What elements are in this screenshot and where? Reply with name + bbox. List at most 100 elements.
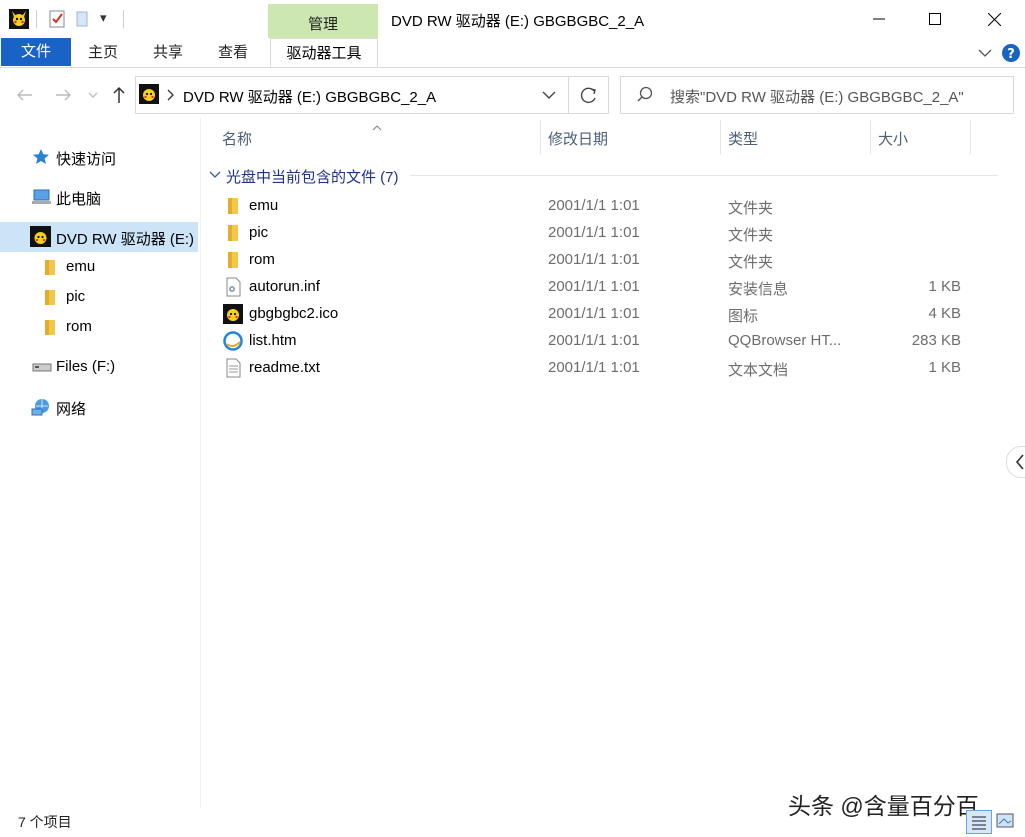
- sidebar-item-label: pic: [66, 288, 85, 305]
- column-header-date[interactable]: 修改日期: [548, 128, 608, 149]
- file-type: 文件夹: [728, 197, 853, 218]
- file-type: 文件夹: [728, 224, 853, 245]
- sidebar-item-this-pc[interactable]: 此电脑: [0, 182, 198, 212]
- sidebar-item-label: emu: [66, 258, 95, 275]
- forward-button[interactable]: [52, 84, 74, 106]
- sidebar-item-network[interactable]: 网络: [0, 392, 198, 422]
- group-collapse-button[interactable]: [208, 168, 222, 180]
- pikachu-icon: [223, 304, 243, 324]
- column-header-size[interactable]: 大小: [878, 128, 908, 149]
- properties-icon[interactable]: [48, 9, 66, 29]
- file-date: 2001/1/1 1:01: [548, 332, 640, 349]
- details-view-button[interactable]: [966, 810, 992, 834]
- column-separator[interactable]: [720, 120, 721, 154]
- chevron-down-icon: [540, 86, 558, 104]
- preview-pane-toggle[interactable]: [1006, 446, 1025, 478]
- context-tab-label: 管理: [268, 13, 378, 34]
- file-name: gbgbgbc2.ico: [249, 305, 338, 322]
- large-icons-view-button[interactable]: [994, 810, 1016, 832]
- file-date: 2001/1/1 1:01: [548, 278, 640, 295]
- maximize-button[interactable]: [906, 0, 964, 38]
- toolbar-separator: [36, 10, 37, 28]
- sidebar-item-quick-access[interactable]: 快速访问: [0, 142, 198, 172]
- tab-drive-tools[interactable]: 驱动器工具: [270, 38, 378, 68]
- arrow-right-icon: [52, 84, 74, 106]
- refresh-button[interactable]: [568, 76, 609, 114]
- minimize-button[interactable]: [850, 0, 908, 38]
- column-separator[interactable]: [970, 120, 971, 154]
- close-icon: [988, 13, 1001, 26]
- expand-ribbon-button[interactable]: [976, 44, 994, 62]
- sidebar-item-label: Files (F:): [56, 358, 115, 375]
- sidebar-item-label: DVD RW 驱动器 (E:): [56, 228, 194, 249]
- file-type: QQBrowser HT...: [728, 332, 853, 349]
- table-row[interactable]: gbgbgbc2.ico 2001/1/1 1:01 图标 4 KB: [215, 300, 975, 327]
- qqbrowser-icon: [223, 331, 243, 351]
- file-size: 1 KB: [928, 278, 961, 295]
- sidebar-item-label: 此电脑: [56, 188, 101, 209]
- table-row[interactable]: readme.txt 2001/1/1 1:01 文本文档 1 KB: [215, 354, 975, 381]
- tab-file[interactable]: 文件: [1, 38, 71, 66]
- folder-icon: [44, 289, 56, 306]
- tab-home[interactable]: 主页: [88, 38, 118, 66]
- file-date: 2001/1/1 1:01: [548, 305, 640, 322]
- status-item-count: 7 个项目: [18, 812, 72, 832]
- column-separator[interactable]: [870, 120, 871, 154]
- text-file-icon: [223, 358, 243, 378]
- column-separator[interactable]: [540, 120, 541, 154]
- pane-divider[interactable]: [200, 118, 201, 808]
- drive-icon: [32, 360, 52, 374]
- close-button[interactable]: [965, 0, 1023, 38]
- table-row[interactable]: autorun.inf 2001/1/1 1:01 安装信息 1 KB: [215, 273, 975, 300]
- svg-text:?: ?: [1007, 47, 1015, 62]
- sort-indicator-icon: [371, 118, 383, 126]
- sidebar-item-dvd-drive[interactable]: DVD RW 驱动器 (E:): [0, 222, 198, 252]
- file-size: 283 KB: [912, 332, 961, 349]
- file-size: 1 KB: [928, 359, 961, 376]
- table-row[interactable]: emu 2001/1/1 1:01 文件夹: [215, 192, 975, 219]
- large-icons-view-icon: [994, 810, 1016, 832]
- new-folder-icon[interactable]: [74, 9, 90, 29]
- search-icon: [636, 85, 654, 103]
- up-button[interactable]: [108, 84, 130, 106]
- file-name: readme.txt: [249, 359, 320, 376]
- context-tab-header[interactable]: 管理: [268, 4, 378, 38]
- search-placeholder: 搜索"DVD RW 驱动器 (E:) GBGBGBC_2_A": [670, 86, 964, 107]
- tab-view[interactable]: 查看: [218, 38, 248, 66]
- address-dropdown-button[interactable]: [540, 86, 558, 104]
- details-view-icon: [967, 811, 991, 833]
- sidebar-item-rom[interactable]: rom: [0, 312, 198, 342]
- chevron-down-icon: [86, 88, 100, 102]
- help-button[interactable]: ?: [1001, 43, 1021, 63]
- network-icon: [31, 397, 51, 417]
- sidebar-item-files-drive[interactable]: Files (F:): [0, 352, 198, 382]
- table-row[interactable]: rom 2001/1/1 1:01 文件夹: [215, 246, 975, 273]
- table-row[interactable]: pic 2001/1/1 1:01 文件夹: [215, 219, 975, 246]
- chevron-down-icon: [208, 169, 222, 181]
- column-header-name[interactable]: 名称: [222, 128, 252, 149]
- table-row[interactable]: list.htm 2001/1/1 1:01 QQBrowser HT... 2…: [215, 327, 975, 354]
- file-type: 图标: [728, 305, 853, 326]
- file-name: rom: [249, 251, 275, 268]
- sidebar-item-pic[interactable]: pic: [0, 282, 198, 312]
- breadcrumb-chevron-icon[interactable]: [166, 88, 176, 102]
- file-name: pic: [249, 224, 268, 241]
- file-type: 文本文档: [728, 359, 853, 380]
- folder-icon: [44, 319, 56, 336]
- breadcrumb[interactable]: DVD RW 驱动器 (E:) GBGBGBC_2_A: [183, 86, 436, 107]
- file-type: 安装信息: [728, 278, 853, 299]
- folder-icon: [44, 259, 56, 276]
- app-pikachu-icon[interactable]: [9, 9, 29, 29]
- folder-icon: [223, 196, 243, 216]
- sidebar-item-emu[interactable]: emu: [0, 252, 198, 282]
- qat-dropdown[interactable]: ▾: [100, 10, 107, 26]
- recent-locations-button[interactable]: [86, 88, 100, 102]
- group-header[interactable]: 光盘中当前包含的文件 (7): [226, 166, 399, 187]
- back-button[interactable]: [14, 84, 36, 106]
- file-date: 2001/1/1 1:01: [548, 197, 640, 214]
- help-icon: ?: [1001, 43, 1021, 63]
- folder-icon: [223, 250, 243, 270]
- folder-icon: [223, 223, 243, 243]
- column-header-type[interactable]: 类型: [728, 128, 758, 149]
- tab-share[interactable]: 共享: [153, 38, 183, 66]
